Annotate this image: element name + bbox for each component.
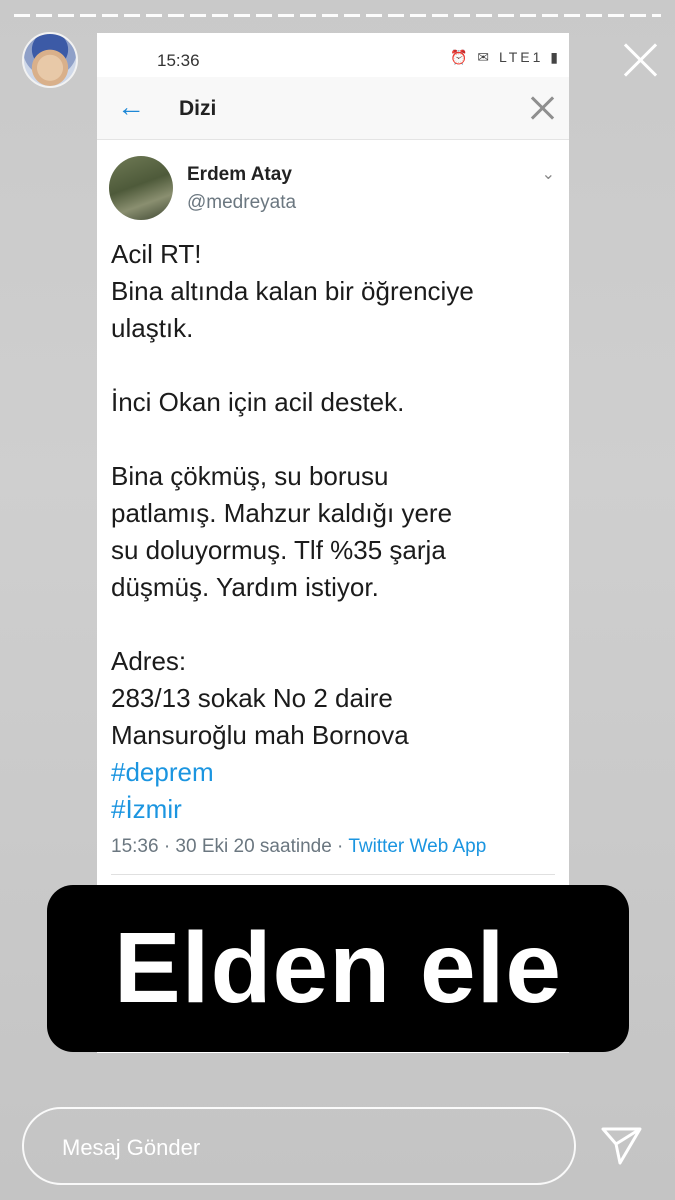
tweet-line: 283/13 sokak No 2 daire [111,683,393,713]
tweet-line: su doluyormuş. Tlf %35 şarja [111,535,446,565]
send-icon[interactable] [600,1123,644,1167]
message-input[interactable]: Mesaj Gönder [22,1107,576,1185]
tweet-text: Acil RT! Bina altında kalan bir öğrenciy… [97,236,569,828]
thread-topbar: ← Dizi [97,77,569,140]
tweet-author-handle: @medreyata [187,192,297,213]
tweet-line: İnci Okan için acil destek. [111,387,405,417]
status-time: 15:36 [157,51,200,70]
tweet-line: Acil RT! [111,239,202,269]
divider [111,874,555,875]
message-placeholder: Mesaj Gönder [62,1135,201,1160]
chevron-down-icon: ⌄ [541,166,555,183]
close-x-icon [527,93,557,123]
tweet-header: Erdem Atay @medreyata ⌄ [97,156,569,236]
tweet-line: Mansuroğlu mah Bornova [111,720,409,750]
tweet-line: Bina çökmüş, su borusu [111,461,389,491]
tweet-line: Bina altında kalan bir öğrenciye [111,276,474,306]
status-icons: ⏰ ✉ LTE1 ▮ [450,49,561,65]
tweet-author-name: Erdem Atay [187,164,292,185]
text-sticker: Elden ele [47,885,629,1052]
tweet-line: düşmüş. Yardım istiyor. [111,572,379,602]
hashtag-link: #deprem [111,757,214,787]
tweet-author-avatar [109,156,173,220]
tweet-meta: 15:36 · 30 Eki 20 saatinde · Twitter Web… [97,836,569,858]
hashtag-link: #İzmir [111,794,182,824]
phone-status-bar: 15:36 ⏰ ✉ LTE1 ▮ [97,33,569,77]
back-arrow-icon: ← [117,91,145,122]
tweet-source: Twitter Web App [348,836,487,857]
thread-title: Dizi [179,97,217,120]
close-story-icon[interactable] [620,40,660,80]
tweet-line: ulaştık. [111,313,194,343]
tweet-line: patlamış. Mahzur kaldığı yere [111,498,453,528]
sticker-text: Elden ele [113,912,563,1024]
user-avatar[interactable] [22,32,78,88]
story-progress-bar [14,14,661,17]
tweet-timestamp: 15:36 · 30 Eki 20 saatinde · [111,836,349,857]
tweet-line: Adres: [111,646,187,676]
